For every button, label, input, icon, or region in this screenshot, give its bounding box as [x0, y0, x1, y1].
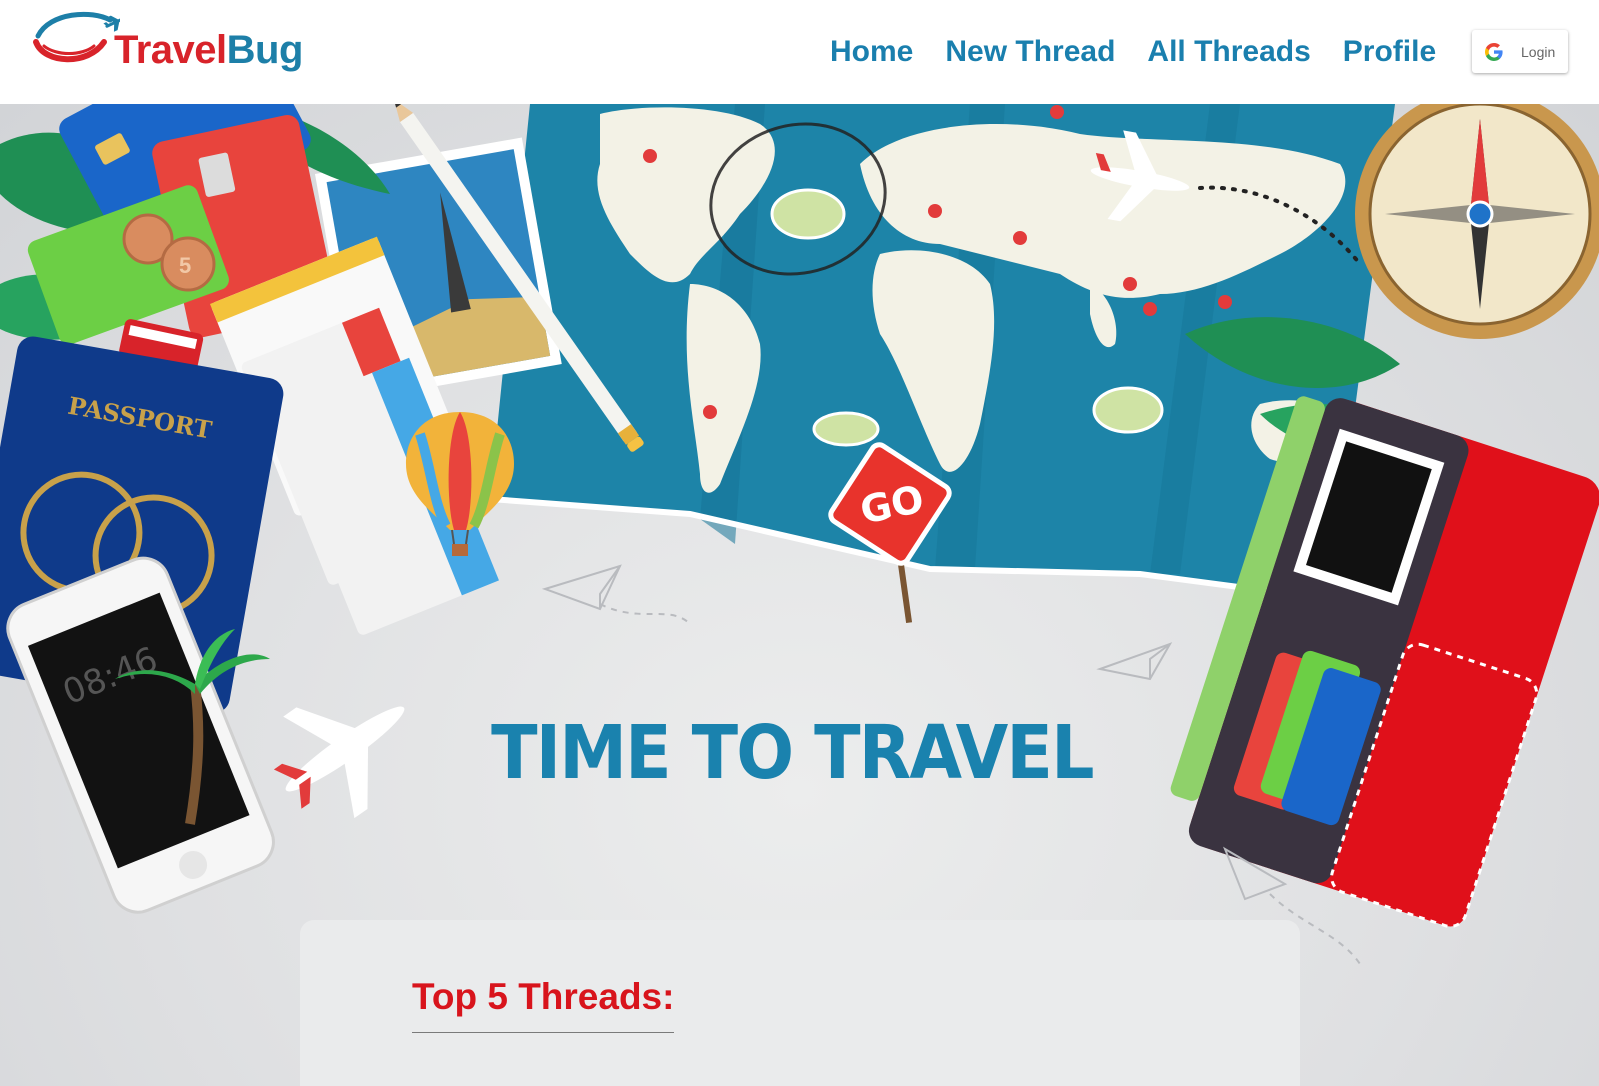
logo-wordmark: TravelBug — [114, 30, 303, 70]
main-nav: Home New Thread All Threads Profile — [830, 28, 1468, 76]
globe-plane-logo-icon — [33, 11, 127, 63]
nav-new-thread-link[interactable]: New Thread — [945, 28, 1115, 76]
hero-title-text: TIME TO TRAVEL — [490, 710, 1094, 796]
login-label: Login — [1521, 43, 1556, 60]
google-login-button[interactable]: Login — [1472, 30, 1568, 73]
nav-home-link[interactable]: Home — [830, 28, 913, 76]
google-g-icon — [1485, 42, 1503, 61]
logo-word-bug: Bug — [226, 28, 304, 72]
nav-profile-link[interactable]: Profile — [1343, 28, 1436, 76]
nav-all-threads-link[interactable]: All Threads — [1147, 28, 1310, 76]
hero-banner: 5 PASSPORT 08:46 GO TIME TO TRAVEL Top 5… — [0, 104, 1599, 1086]
top-threads-panel: Top 5 Threads: — [300, 920, 1300, 1086]
compass-icon — [1355, 104, 1599, 339]
logo-word-travel: Travel — [114, 28, 227, 72]
top-threads-heading: Top 5 Threads: — [412, 976, 675, 1033]
site-header: TravelBug Home New Thread All Threads Pr… — [0, 0, 1599, 104]
travelbug-logo[interactable]: TravelBug — [30, 6, 310, 84]
coin-label: 5 — [179, 253, 191, 278]
hero-title: TIME TO TRAVEL — [0, 710, 1599, 796]
